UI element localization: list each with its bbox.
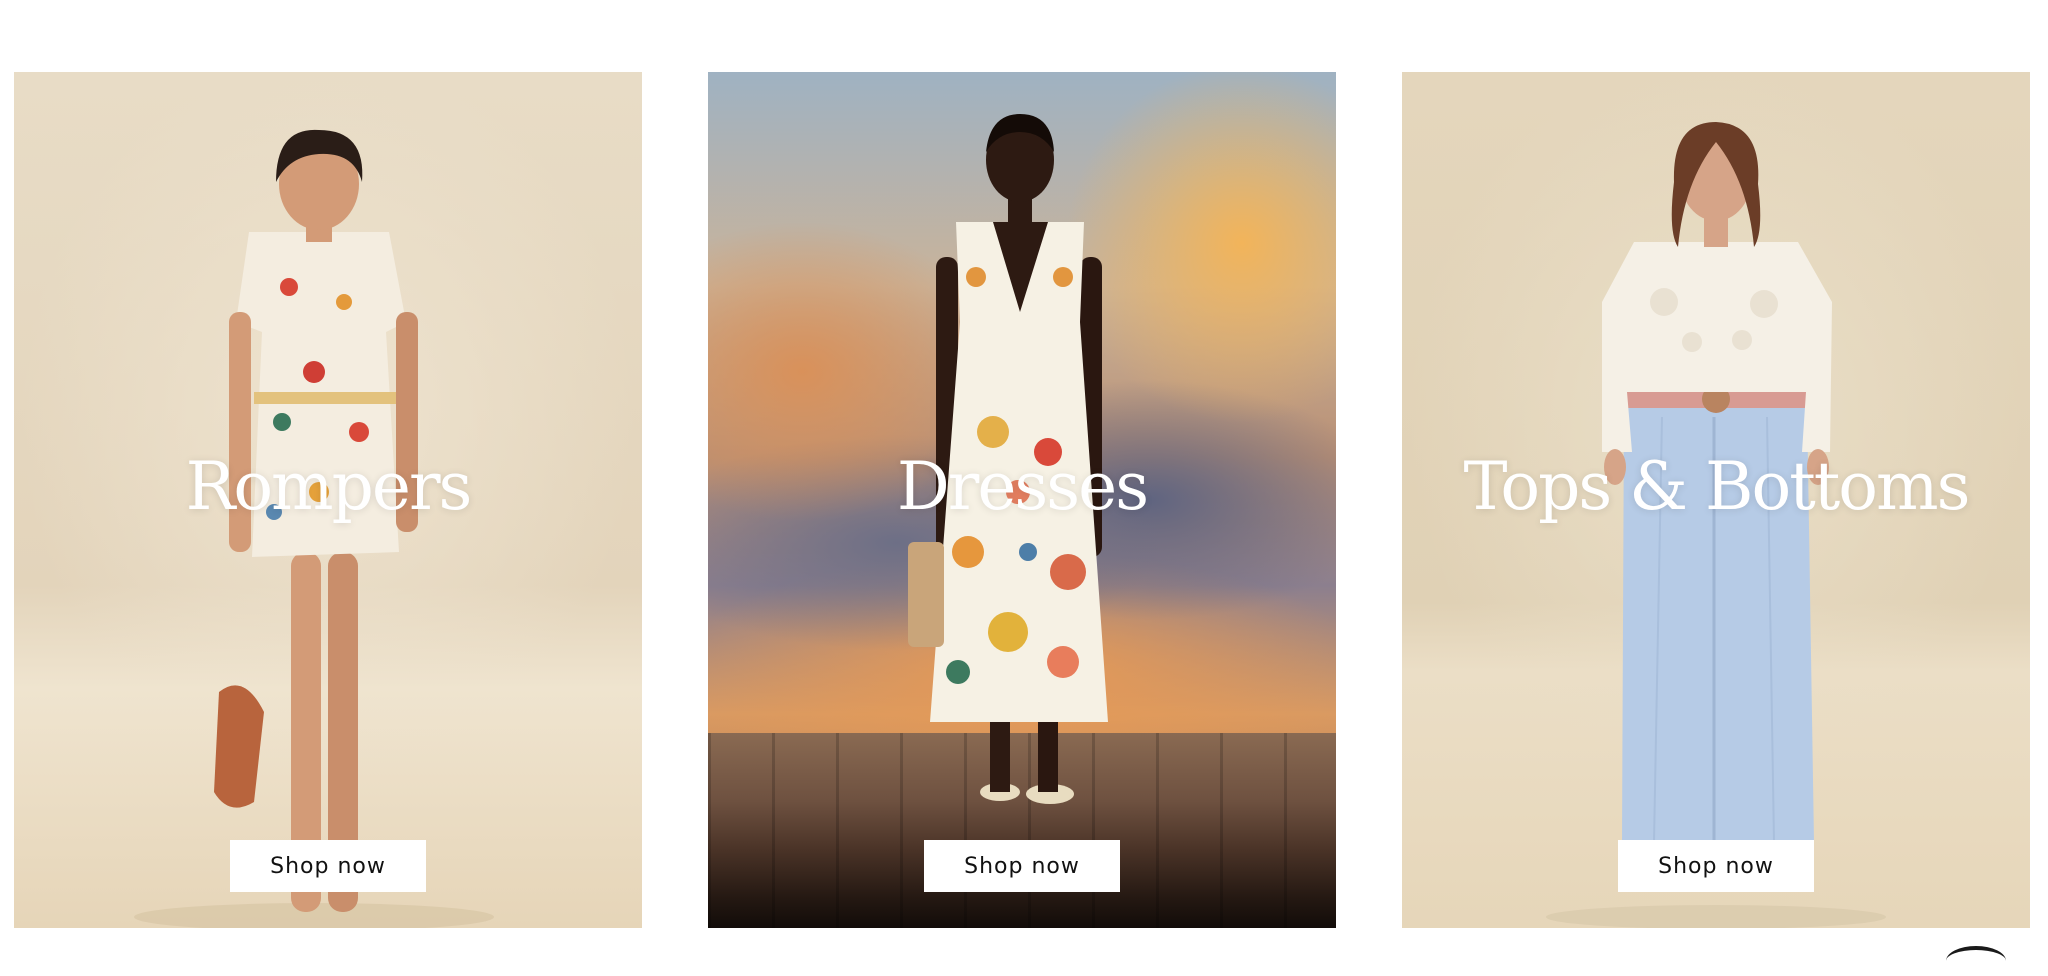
rompers-model-figure — [134, 129, 494, 928]
dresses-model-figure — [908, 114, 1108, 804]
tops-bottoms-model-figure — [1546, 122, 1886, 928]
rompers-photo — [14, 72, 642, 928]
category-card-dresses[interactable]: Dresses Shop now — [708, 72, 1336, 928]
shop-now-button[interactable]: Shop now — [1618, 840, 1814, 892]
category-card-tops-bottoms[interactable]: Tops & Bottoms Shop now — [1402, 72, 2030, 928]
category-card-rompers[interactable]: Rompers Shop now — [14, 72, 642, 928]
category-grid: Rompers Shop now Dresses Shop now Tops &… — [0, 0, 2048, 953]
dresses-photo — [708, 72, 1336, 928]
shop-now-button[interactable]: Shop now — [924, 840, 1120, 892]
partial-circle-icon[interactable] — [1946, 946, 2006, 976]
tops-bottoms-photo — [1402, 72, 2030, 928]
shop-now-button[interactable]: Shop now — [230, 840, 426, 892]
